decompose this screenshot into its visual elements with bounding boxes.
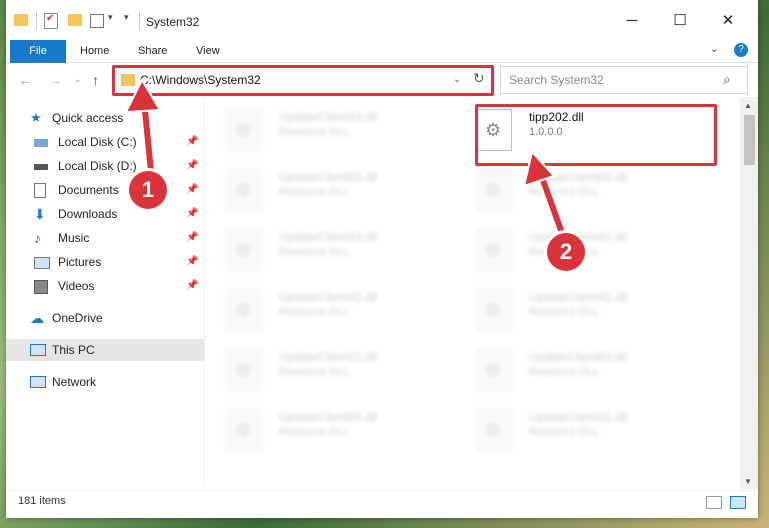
arrow-1-shaft — [141, 99, 155, 183]
arrow-1-head — [124, 77, 162, 114]
step-badge-1: 1 — [129, 171, 167, 209]
arrow-2-head — [522, 149, 556, 188]
annotation-arrows — [124, 77, 571, 246]
step-badge-2: 2 — [547, 233, 585, 271]
